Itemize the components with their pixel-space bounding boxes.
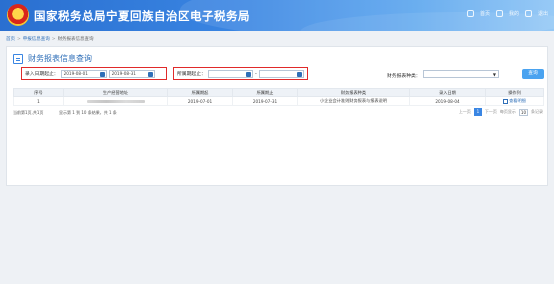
calendar-icon[interactable]: [147, 71, 153, 77]
panel-title-row: 财务报表信息查询: [13, 53, 92, 64]
breadcrumb-home[interactable]: 首页: [6, 37, 15, 42]
col-header-index: 序号: [13, 88, 64, 97]
page-size-unit: 条记录: [531, 109, 543, 114]
result-summary: 显示第 1 到 10 条结果，共 1 条: [59, 110, 117, 115]
calendar-icon[interactable]: [99, 71, 105, 77]
view-detail-link[interactable]: 查看明细: [503, 98, 526, 103]
entry-date-to-value: 2019-08-31: [111, 70, 136, 76]
prev-page-button[interactable]: 上一页: [459, 109, 471, 115]
redacted-address: [86, 100, 145, 103]
cell-entry-date: 2019-08-04: [409, 96, 486, 106]
period-filter: 所属期起止： -: [173, 67, 308, 80]
cell-address: [63, 96, 168, 106]
user-icon[interactable]: [495, 10, 503, 17]
table-header-row: 序号 生产经营地址 所属期起 所属期止 财务报表种类 录入日期 操作列: [13, 88, 544, 97]
calendar-icon[interactable]: [245, 71, 251, 77]
logout-icon[interactable]: [524, 10, 532, 17]
document-icon: [13, 53, 23, 64]
col-header-period-end: 所属期止: [232, 88, 298, 97]
period-label: 所属期起止：: [177, 72, 206, 77]
cell-period-end: 2019-07-31: [232, 96, 298, 106]
entry-date-to-input[interactable]: 2019-08-31: [108, 69, 155, 78]
page-size-select[interactable]: 10: [518, 108, 528, 116]
col-header-address: 生产经营地址: [63, 88, 168, 97]
page-summary: 当前第1页,共1页: [13, 110, 44, 115]
entry-date-filter: 录入日期起止： 2019-08-01 2019-08-31: [21, 67, 167, 80]
cell-report-type: 小企业会计准则财务报表与报表说明: [297, 96, 410, 106]
page-number-current[interactable]: 1: [473, 108, 482, 116]
header-link-home[interactable]: 首页: [480, 10, 490, 17]
period-from-input[interactable]: [207, 69, 253, 78]
entry-date-from-value: 2019-08-01: [63, 70, 88, 76]
home-icon[interactable]: [466, 10, 474, 17]
table-footer: 当前第1页,共1页 显示第 1 到 10 条结果，共 1 条 上一页 1 下一页…: [13, 108, 543, 116]
header-link-mine[interactable]: 我的: [509, 10, 519, 17]
breadcrumb-current: 财务报表信息查询: [57, 37, 94, 42]
header-links: 首页 我的 退出: [466, 10, 548, 17]
col-header-period-start: 所属期起: [167, 88, 233, 97]
calendar-icon[interactable]: [296, 71, 302, 77]
entry-date-from-input[interactable]: 2019-08-01: [60, 69, 107, 78]
chevron-down-icon: ▼: [492, 72, 496, 77]
range-separator: -: [254, 70, 257, 77]
col-header-report-type: 财务报表种类: [297, 88, 410, 97]
site-title: 国家税务总局宁夏回族自治区电子税务局: [34, 9, 250, 23]
breadcrumb: 首页 > 申报信息查询 > 财务报表信息查询: [6, 37, 94, 42]
report-type-select[interactable]: ▼: [423, 70, 499, 78]
cell-index: 1: [13, 96, 64, 106]
col-header-action: 操作列: [485, 88, 544, 97]
next-page-button[interactable]: 下一页: [485, 109, 497, 115]
cell-period-start: 2019-07-01: [167, 96, 233, 106]
national-emblem-logo: [7, 4, 29, 26]
page-title: 财务报表信息查询: [28, 54, 92, 63]
page-size-label: 每页显示: [499, 109, 516, 114]
cell-action: 查看明细: [485, 96, 544, 106]
entry-date-label: 录入日期起止：: [25, 72, 59, 77]
query-panel: 财务报表信息查询 录入日期起止： 2019-08-01 2019-08-31 所…: [6, 46, 548, 186]
query-button[interactable]: 查询: [522, 69, 544, 79]
breadcrumb-parent[interactable]: 申报信息查询: [23, 37, 50, 42]
table-row: 1 2019-07-01 2019-07-31 小企业会计准则财务报表与报表说明…: [13, 96, 544, 106]
col-header-entry-date: 录入日期: [409, 88, 486, 97]
report-type-label: 财务报表种类：: [387, 74, 421, 79]
results-table: 序号 生产经营地址 所属期起 所属期止 财务报表种类 录入日期 操作列 1 20…: [13, 88, 544, 106]
period-to-input[interactable]: [258, 69, 304, 78]
site-header: 国家税务总局宁夏回族自治区电子税务局 首页 我的 退出: [0, 0, 554, 31]
header-link-logout[interactable]: 退出: [538, 10, 548, 17]
pagination: 上一页 1 下一页 每页显示 10 条记录: [459, 108, 543, 116]
